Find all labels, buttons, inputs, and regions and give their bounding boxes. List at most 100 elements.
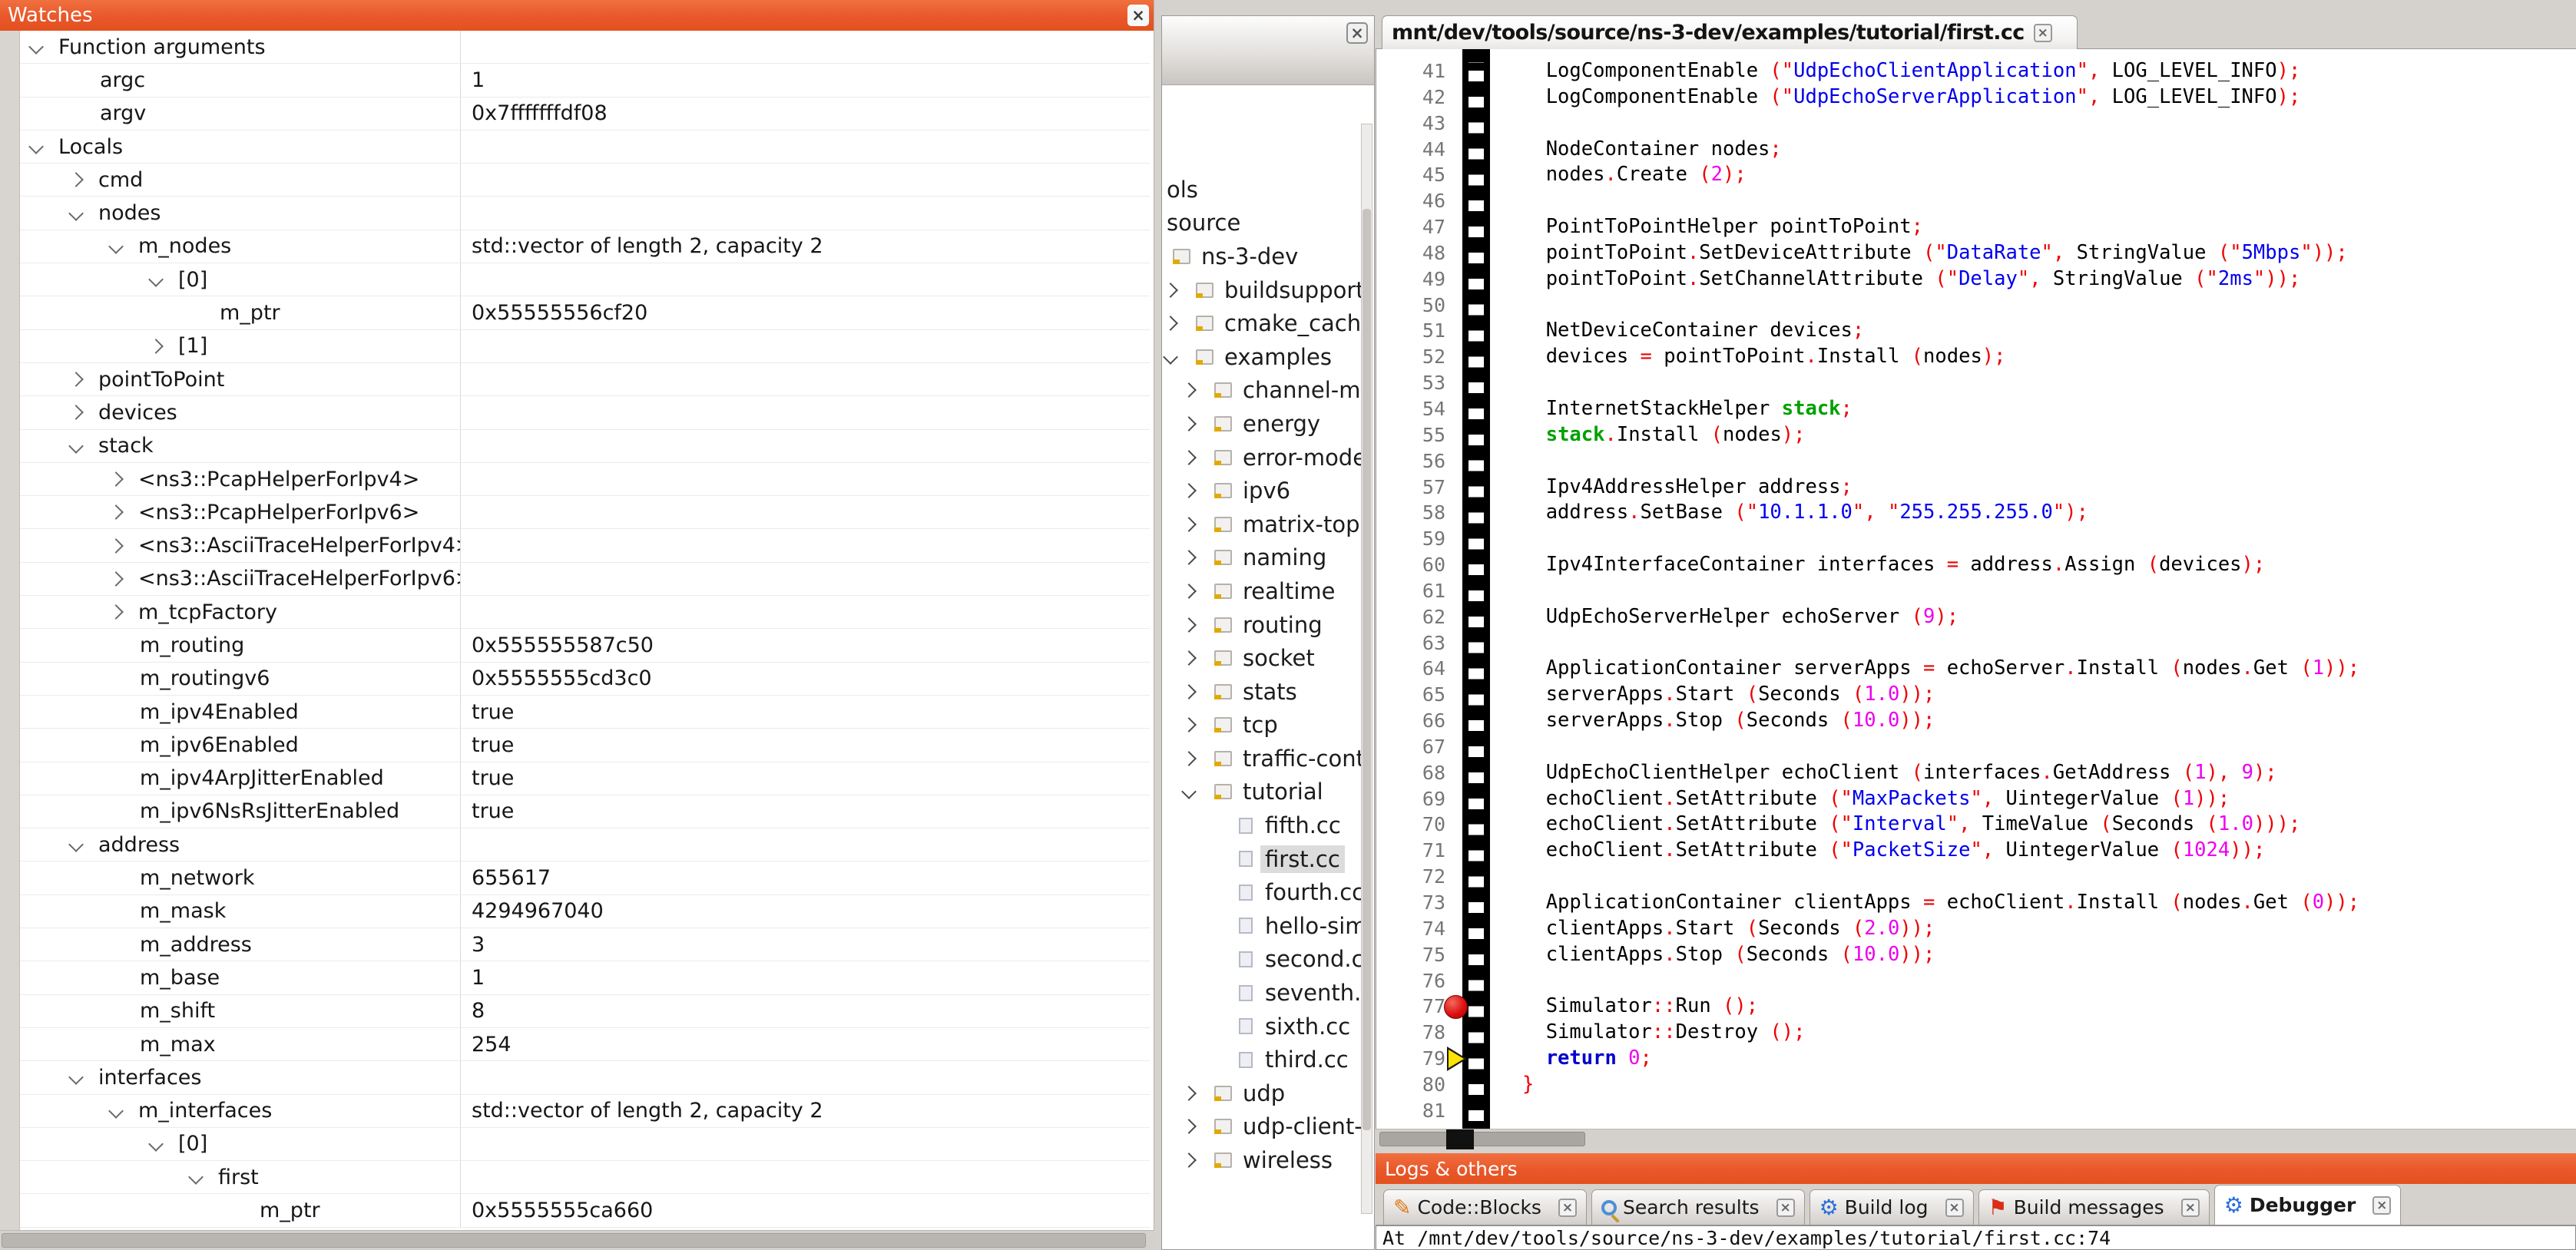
code-line[interactable]: }: [1522, 1072, 2359, 1098]
close-icon[interactable]: ×: [2372, 1196, 2391, 1215]
close-icon[interactable]: ×: [1558, 1199, 1577, 1217]
logs-tab-code-blocks[interactable]: ✎Code::Blocks×: [1383, 1189, 1587, 1225]
code-line[interactable]: [1522, 630, 2359, 656]
watch-row[interactable]: m_address3: [20, 928, 1150, 961]
chevron-right-icon[interactable]: [148, 339, 164, 354]
tree-item-source[interactable]: source: [1162, 207, 1365, 240]
chevron-right-icon[interactable]: [1181, 584, 1197, 599]
watch-row[interactable]: m_shift8: [20, 995, 1150, 1028]
chevron-right-icon[interactable]: [1163, 283, 1178, 298]
code-line[interactable]: Simulator::Run ();: [1522, 994, 2359, 1020]
watch-row[interactable]: m_ptr0x5555555ca660: [20, 1194, 1150, 1227]
tree-item-fifth-cc[interactable]: fifth.cc: [1162, 809, 1365, 842]
code-line[interactable]: [1522, 968, 2359, 994]
code-line[interactable]: serverApps.Start (Seconds (1.0));: [1522, 682, 2359, 708]
code-line[interactable]: InternetStackHelper stack;: [1522, 396, 2359, 422]
code-line[interactable]: clientApps.Stop (Seconds (10.0));: [1522, 942, 2359, 968]
close-icon[interactable]: ×: [1945, 1199, 1964, 1217]
chevron-down-icon[interactable]: [1163, 349, 1178, 365]
code-line[interactable]: UdpEchoServerHelper echoServer (9);: [1522, 604, 2359, 630]
tree-item-cmake-cache[interactable]: cmake_cache: [1162, 306, 1365, 340]
chevron-right-icon[interactable]: [1181, 1086, 1197, 1101]
watch-row[interactable]: Function arguments: [20, 31, 1150, 64]
code-line[interactable]: [1522, 734, 2359, 760]
code-line[interactable]: echoClient.SetAttribute ("MaxPackets", U…: [1522, 786, 2359, 812]
chevron-right-icon[interactable]: [68, 172, 84, 187]
watch-row[interactable]: m_ipv4ArpJitterEnabledtrue: [20, 762, 1150, 795]
code-line[interactable]: clientApps.Start (Seconds (2.0));: [1522, 916, 2359, 942]
code-lines[interactable]: LogComponentEnable ("UdpEchoClientApplic…: [1522, 58, 2359, 1124]
watch-row[interactable]: stack: [20, 430, 1150, 463]
chevron-down-icon[interactable]: [108, 1103, 124, 1119]
chevron-right-icon[interactable]: [108, 538, 124, 554]
tree-item-stats[interactable]: stats: [1162, 675, 1365, 709]
logs-titlebar[interactable]: Logs & others: [1376, 1153, 2576, 1184]
watch-row[interactable]: pointToPoint: [20, 363, 1150, 396]
tree-item-matrix-topology[interactable]: matrix-topology: [1162, 508, 1365, 541]
watch-row[interactable]: <ns3::AsciiTraceHelperForIpv4>: [20, 529, 1150, 562]
watch-row[interactable]: [0]: [20, 1128, 1150, 1161]
editor-horizontal-scrollbar[interactable]: [1376, 1129, 2576, 1149]
chevron-down-icon[interactable]: [68, 438, 84, 454]
code-line[interactable]: [1522, 448, 2359, 475]
code-line[interactable]: echoClient.SetAttribute ("PacketSize", U…: [1522, 838, 2359, 864]
code-line[interactable]: address.SetBase ("10.1.1.0", "255.255.25…: [1522, 500, 2359, 526]
tree-vertical-scrollbar[interactable]: [1361, 124, 1372, 1214]
close-icon[interactable]: ×: [1127, 5, 1149, 26]
watch-row[interactable]: <ns3::PcapHelperForIpv4>: [20, 463, 1150, 496]
code-line[interactable]: serverApps.Stop (Seconds (10.0));: [1522, 708, 2359, 734]
code-line[interactable]: Simulator::Destroy ();: [1522, 1020, 2359, 1046]
chevron-down-icon[interactable]: [28, 139, 44, 154]
code-line[interactable]: NetDeviceContainer devices;: [1522, 318, 2359, 344]
tree-item-realtime[interactable]: realtime: [1162, 574, 1365, 608]
tree-item-sixth-cc[interactable]: sixth.cc: [1162, 1010, 1365, 1043]
watch-row[interactable]: m_nodesstd::vector of length 2, capacity…: [20, 230, 1150, 263]
watch-row[interactable]: <ns3::PcapHelperForIpv6>: [20, 496, 1150, 529]
chevron-right-icon[interactable]: [1181, 382, 1197, 398]
tree-item-tutorial[interactable]: tutorial: [1162, 775, 1365, 809]
code-line[interactable]: [1522, 526, 2359, 552]
close-icon[interactable]: ×: [1776, 1199, 1795, 1217]
chevron-right-icon[interactable]: [1181, 650, 1197, 666]
chevron-right-icon[interactable]: [1181, 483, 1197, 498]
watch-row[interactable]: address: [20, 828, 1150, 861]
tree-item-wireless[interactable]: wireless: [1162, 1143, 1365, 1177]
watch-row[interactable]: m_network655617: [20, 861, 1150, 895]
watch-row[interactable]: Locals: [20, 131, 1150, 164]
chevron-right-icon[interactable]: [1181, 450, 1197, 465]
chevron-right-icon[interactable]: [1181, 550, 1197, 565]
code-line[interactable]: NodeContainer nodes;: [1522, 137, 2359, 163]
code-line[interactable]: Ipv4AddressHelper address;: [1522, 475, 2359, 501]
code-line[interactable]: return 0;: [1522, 1046, 2359, 1072]
watch-row[interactable]: m_ipv4Enabledtrue: [20, 696, 1150, 729]
close-icon[interactable]: ×: [2181, 1199, 2200, 1217]
tree-item-first-cc[interactable]: first.cc: [1162, 842, 1365, 876]
tree-item-examples[interactable]: examples: [1162, 340, 1365, 374]
chevron-right-icon[interactable]: [1181, 617, 1197, 633]
chevron-right-icon[interactable]: [1181, 1119, 1197, 1135]
tree-item-traffic-control[interactable]: traffic-control: [1162, 742, 1365, 775]
code-line[interactable]: LogComponentEnable ("UdpEchoClientApplic…: [1522, 58, 2359, 84]
code-line[interactable]: ApplicationContainer serverApps = echoSe…: [1522, 656, 2359, 682]
chevron-right-icon[interactable]: [108, 604, 124, 620]
chevron-down-icon[interactable]: [108, 239, 124, 254]
chevron-right-icon[interactable]: [1181, 717, 1197, 732]
tree-item-socket[interactable]: socket: [1162, 641, 1365, 675]
watch-row[interactable]: m_routingv60x5555555cd3c0: [20, 663, 1150, 696]
code-line[interactable]: [1522, 1098, 2359, 1124]
tree-item-buildsupport[interactable]: buildsupport: [1162, 273, 1365, 307]
code-line[interactable]: [1522, 864, 2359, 890]
close-icon[interactable]: ×: [1346, 22, 1368, 44]
code-line[interactable]: [1522, 188, 2359, 214]
watch-row[interactable]: [0]: [20, 263, 1150, 296]
watches-horizontal-scrollbar[interactable]: [0, 1230, 1154, 1250]
watch-row[interactable]: m_tcpFactory: [20, 596, 1150, 629]
chevron-down-icon[interactable]: [68, 1070, 84, 1085]
code-line[interactable]: stack.Install (nodes);: [1522, 422, 2359, 448]
tree-item-routing[interactable]: routing: [1162, 608, 1365, 642]
tree-item-second-cc[interactable]: second.cc: [1162, 943, 1365, 977]
chevron-down-icon[interactable]: [148, 272, 164, 287]
chevron-right-icon[interactable]: [1163, 316, 1178, 331]
tree-item-energy[interactable]: energy: [1162, 407, 1365, 441]
code-line[interactable]: UdpEchoClientHelper echoClient (interfac…: [1522, 760, 2359, 786]
